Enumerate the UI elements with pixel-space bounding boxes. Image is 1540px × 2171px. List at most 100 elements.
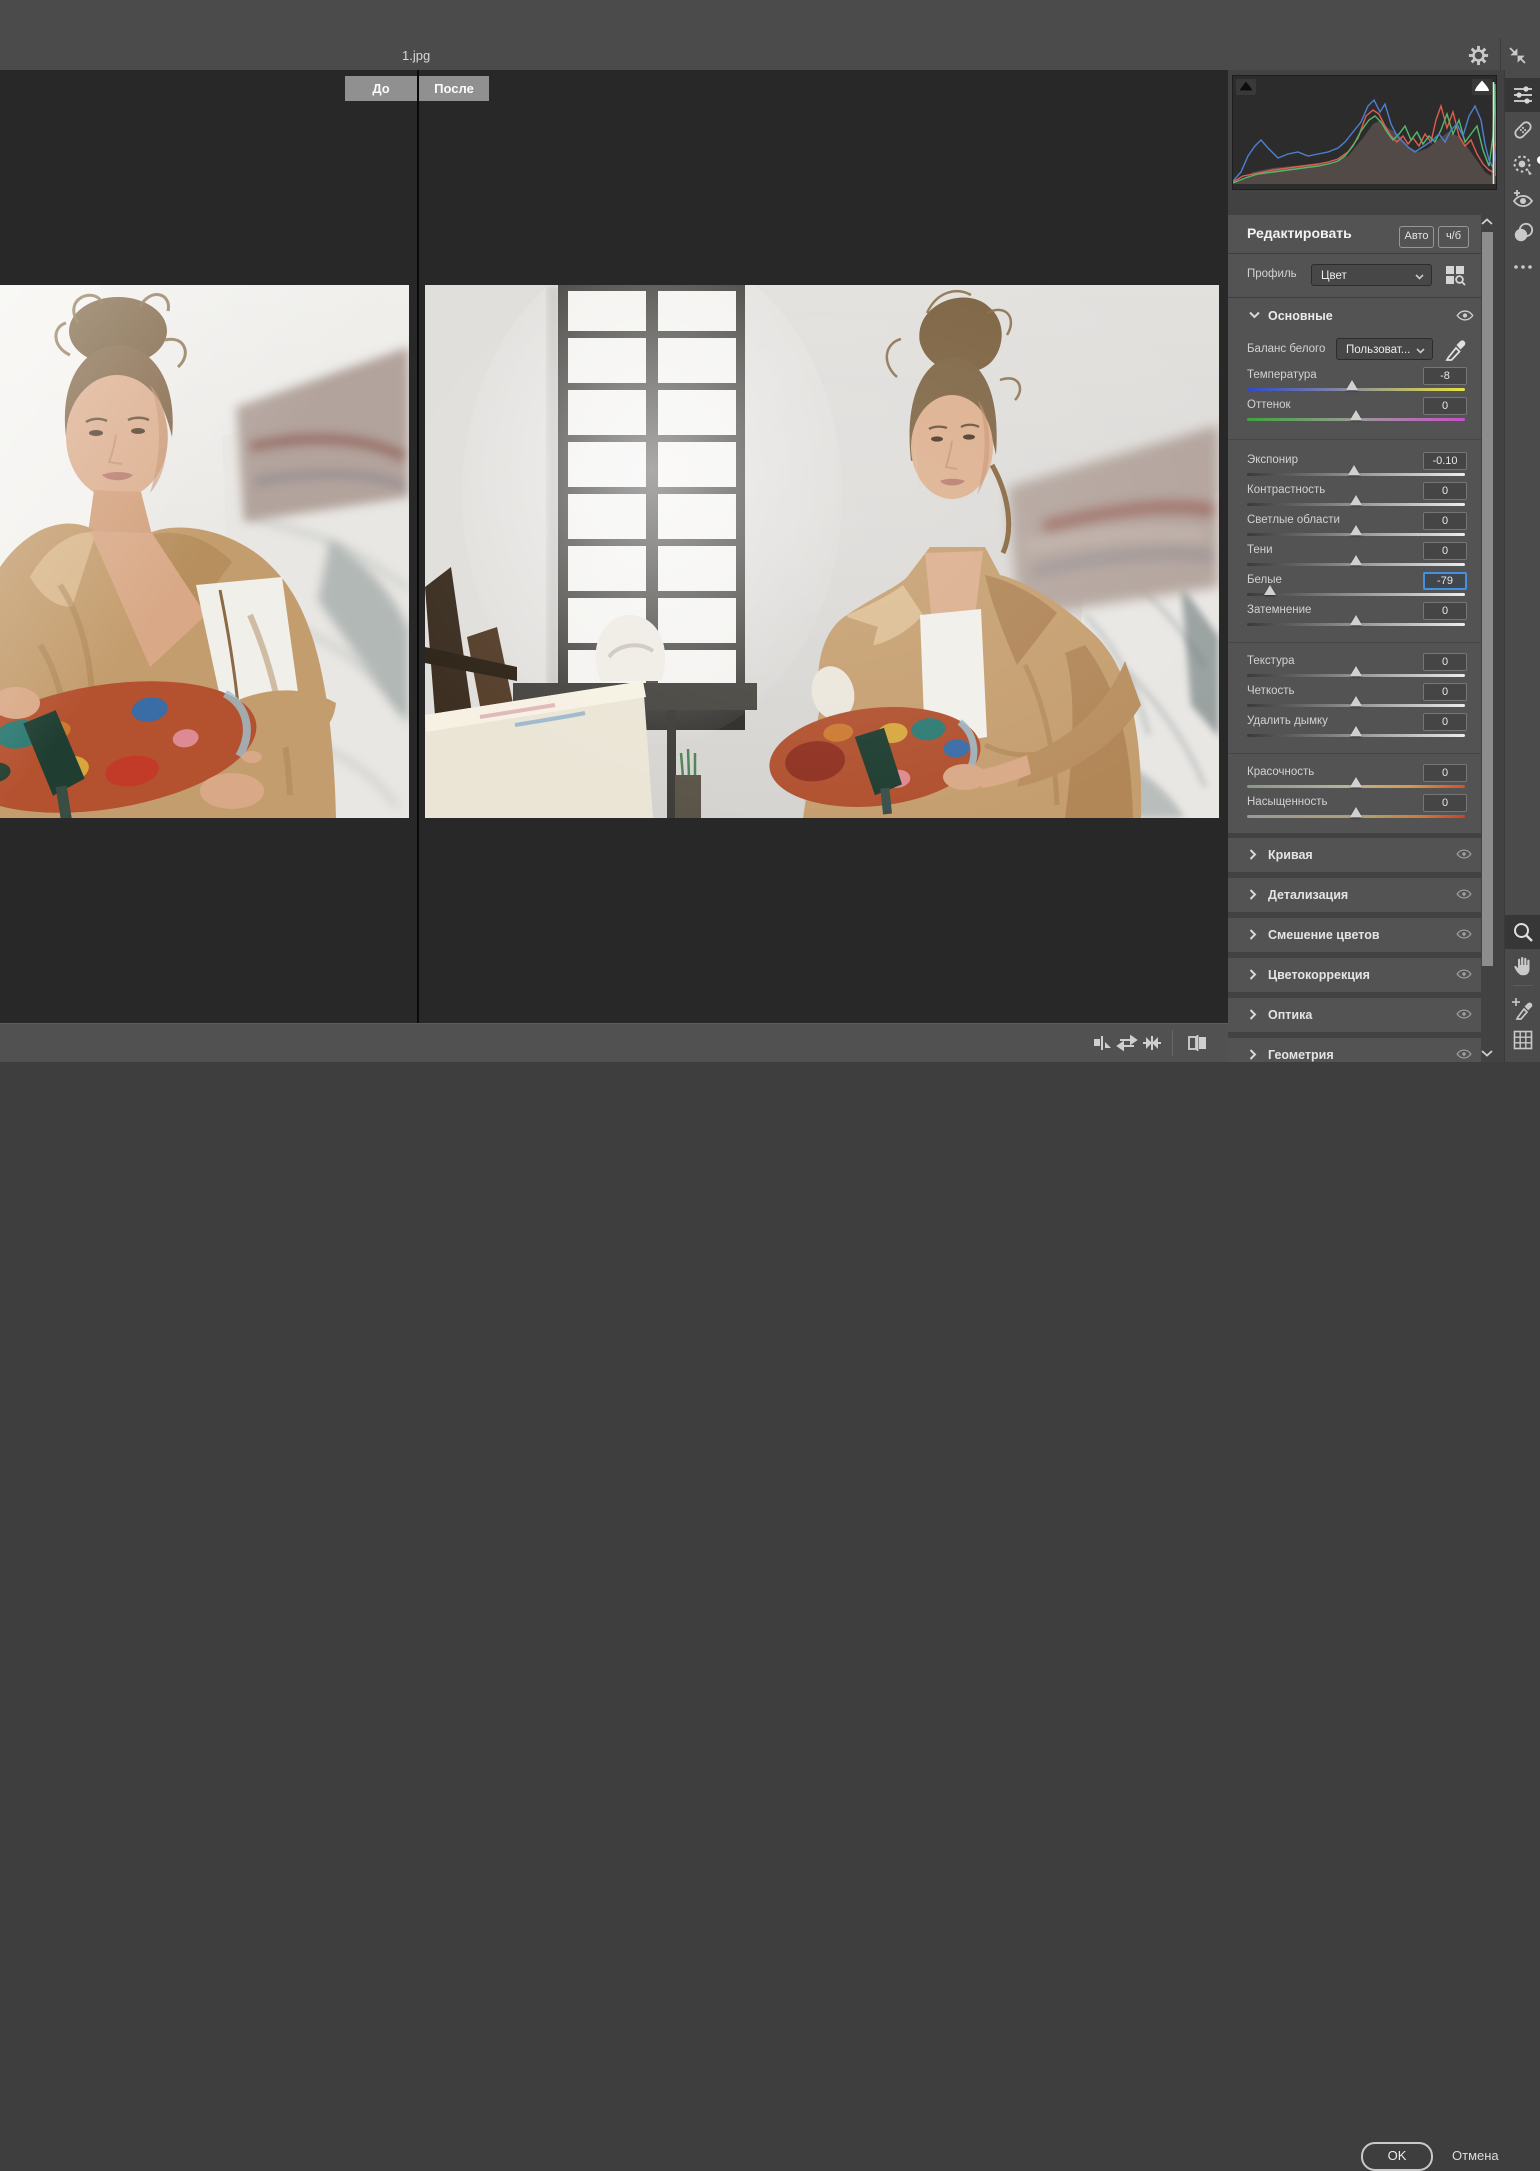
cancel-button[interactable]: Отмена [1452, 2148, 1499, 2163]
slider-thumb[interactable] [1350, 696, 1362, 706]
slider-track[interactable] [1247, 533, 1465, 536]
slider-temperature: Температура -8 [1228, 367, 1481, 397]
slider-thumb[interactable] [1264, 585, 1276, 595]
eye-icon[interactable] [1456, 1008, 1472, 1020]
slider-thumb[interactable] [1350, 495, 1362, 505]
profile-dropdown[interactable]: Цвет [1311, 264, 1432, 286]
white-balance-dropdown[interactable]: Пользоват... [1336, 338, 1433, 360]
red-eye-icon[interactable] [1511, 187, 1535, 211]
zoom-tool-icon[interactable] [1511, 920, 1535, 944]
section-geometry[interactable]: Геометрия [1228, 1038, 1481, 1062]
hand-tool-icon[interactable] [1511, 954, 1535, 978]
slider-value-input[interactable]: 0 [1423, 512, 1467, 530]
slider-thumb[interactable] [1350, 615, 1362, 625]
section-detail[interactable]: Детализация [1228, 878, 1481, 912]
slider-value-input[interactable]: 0 [1423, 482, 1467, 500]
slider-track[interactable] [1247, 785, 1465, 788]
chevron-right-icon [1249, 929, 1257, 940]
slider-label: Экспонир [1247, 454, 1298, 466]
black-white-button[interactable]: ч/б [1438, 226, 1469, 248]
dialog-footer: OK Отмена [0, 1062, 1540, 1155]
slider-value-input[interactable]: 0 [1423, 542, 1467, 560]
slider-thumb[interactable] [1350, 525, 1362, 535]
slider-label: Температура [1247, 369, 1317, 381]
slider-track[interactable] [1247, 418, 1465, 421]
eye-icon[interactable] [1456, 1048, 1472, 1060]
collapse-window-icon[interactable] [1508, 46, 1527, 65]
white-balance-row: Баланс белого Пользоват... [1228, 334, 1481, 367]
section-curve[interactable]: Кривая [1228, 838, 1481, 872]
copy-settings-icon[interactable] [1141, 1032, 1163, 1054]
swap-before-after-icon[interactable] [1116, 1032, 1138, 1054]
color-sampler-icon[interactable] [1511, 996, 1535, 1020]
slider-thumb[interactable] [1346, 380, 1358, 390]
chevron-right-icon [1249, 969, 1257, 980]
edit-sliders-icon[interactable] [1511, 83, 1535, 107]
tab-before[interactable]: До [345, 76, 417, 101]
slider-value-input[interactable]: -8 [1423, 367, 1467, 385]
slider-value-input[interactable]: 0 [1423, 397, 1467, 415]
slider-track[interactable] [1247, 503, 1465, 506]
scrollbar-thumb[interactable] [1482, 232, 1493, 966]
scroll-up-icon[interactable] [1480, 217, 1494, 227]
white-balance-eyedropper-icon[interactable] [1444, 336, 1466, 362]
slider-value-input[interactable]: 0 [1423, 602, 1467, 620]
tab-after[interactable]: После [419, 76, 489, 101]
auto-button[interactable]: Авто [1399, 226, 1434, 248]
slider-value-input[interactable]: 0 [1423, 653, 1467, 671]
eye-icon[interactable] [1456, 888, 1472, 900]
slider-thumb[interactable] [1350, 666, 1362, 676]
basic-section: Основные Баланс белого Пользоват... Темп… [1228, 298, 1481, 833]
after-photo[interactable] [425, 285, 1219, 818]
split-view-icon[interactable] [1186, 1032, 1208, 1054]
slider-track[interactable] [1247, 815, 1465, 818]
slider-value-input-focused[interactable]: -79 [1423, 572, 1467, 590]
gear-icon[interactable] [1467, 44, 1490, 67]
slider-thumb[interactable] [1350, 726, 1362, 736]
eye-icon[interactable] [1456, 309, 1474, 322]
slider-track[interactable] [1247, 388, 1465, 391]
before-photo[interactable] [0, 285, 409, 818]
slider-track[interactable] [1247, 623, 1465, 626]
slider-thumb[interactable] [1350, 807, 1362, 817]
profile-value: Цвет [1321, 270, 1347, 282]
eye-icon[interactable] [1456, 968, 1472, 980]
presets-icon[interactable] [1511, 221, 1535, 245]
scroll-down-icon[interactable] [1480, 1048, 1494, 1058]
section-optics[interactable]: Оптика [1228, 998, 1481, 1032]
slider-track[interactable] [1247, 734, 1465, 737]
section-color-mixer[interactable]: Смешение цветов [1228, 918, 1481, 952]
profile-browser-icon[interactable] [1444, 264, 1466, 286]
grid-overlay-icon[interactable] [1511, 1028, 1535, 1052]
basic-section-header[interactable]: Основные [1228, 298, 1481, 334]
slider-value-input[interactable]: 0 [1423, 794, 1467, 812]
slider-track[interactable] [1247, 593, 1465, 596]
slider-track[interactable] [1247, 563, 1465, 566]
healing-brush-icon[interactable] [1511, 118, 1535, 142]
slider-value-input[interactable]: 0 [1423, 713, 1467, 731]
slider-track[interactable] [1247, 473, 1465, 476]
camera-raw-dialog: { "titlebar": {"filename": "1.jpg"}, "vi… [0, 0, 1540, 1155]
slider-blacks: Затемнение 0 [1228, 602, 1481, 632]
slider-thumb[interactable] [1350, 555, 1362, 565]
slider-value-input[interactable]: 0 [1423, 683, 1467, 701]
group-divider [1228, 753, 1481, 754]
slider-value-input[interactable]: -0.10 [1423, 452, 1467, 470]
slider-thumb[interactable] [1350, 410, 1362, 420]
eye-icon[interactable] [1456, 928, 1472, 940]
section-label: Геометрия [1268, 1048, 1334, 1062]
section-color-grading[interactable]: Цветокоррекция [1228, 958, 1481, 992]
histogram[interactable] [1232, 75, 1497, 190]
masking-icon[interactable] [1511, 153, 1535, 177]
slider-thumb[interactable] [1350, 777, 1362, 787]
preview-canvas[interactable]: До После [0, 70, 1228, 1023]
before-after-view-icon[interactable] [1091, 1032, 1113, 1054]
more-options-icon[interactable] [1511, 255, 1535, 279]
ok-button[interactable]: OK [1361, 2142, 1433, 2171]
slider-thumb[interactable] [1348, 465, 1360, 475]
slider-value-input[interactable]: 0 [1423, 764, 1467, 782]
slider-texture: Текстура 0 [1228, 653, 1481, 683]
slider-track[interactable] [1247, 704, 1465, 707]
eye-icon[interactable] [1456, 848, 1472, 860]
slider-track[interactable] [1247, 674, 1465, 677]
